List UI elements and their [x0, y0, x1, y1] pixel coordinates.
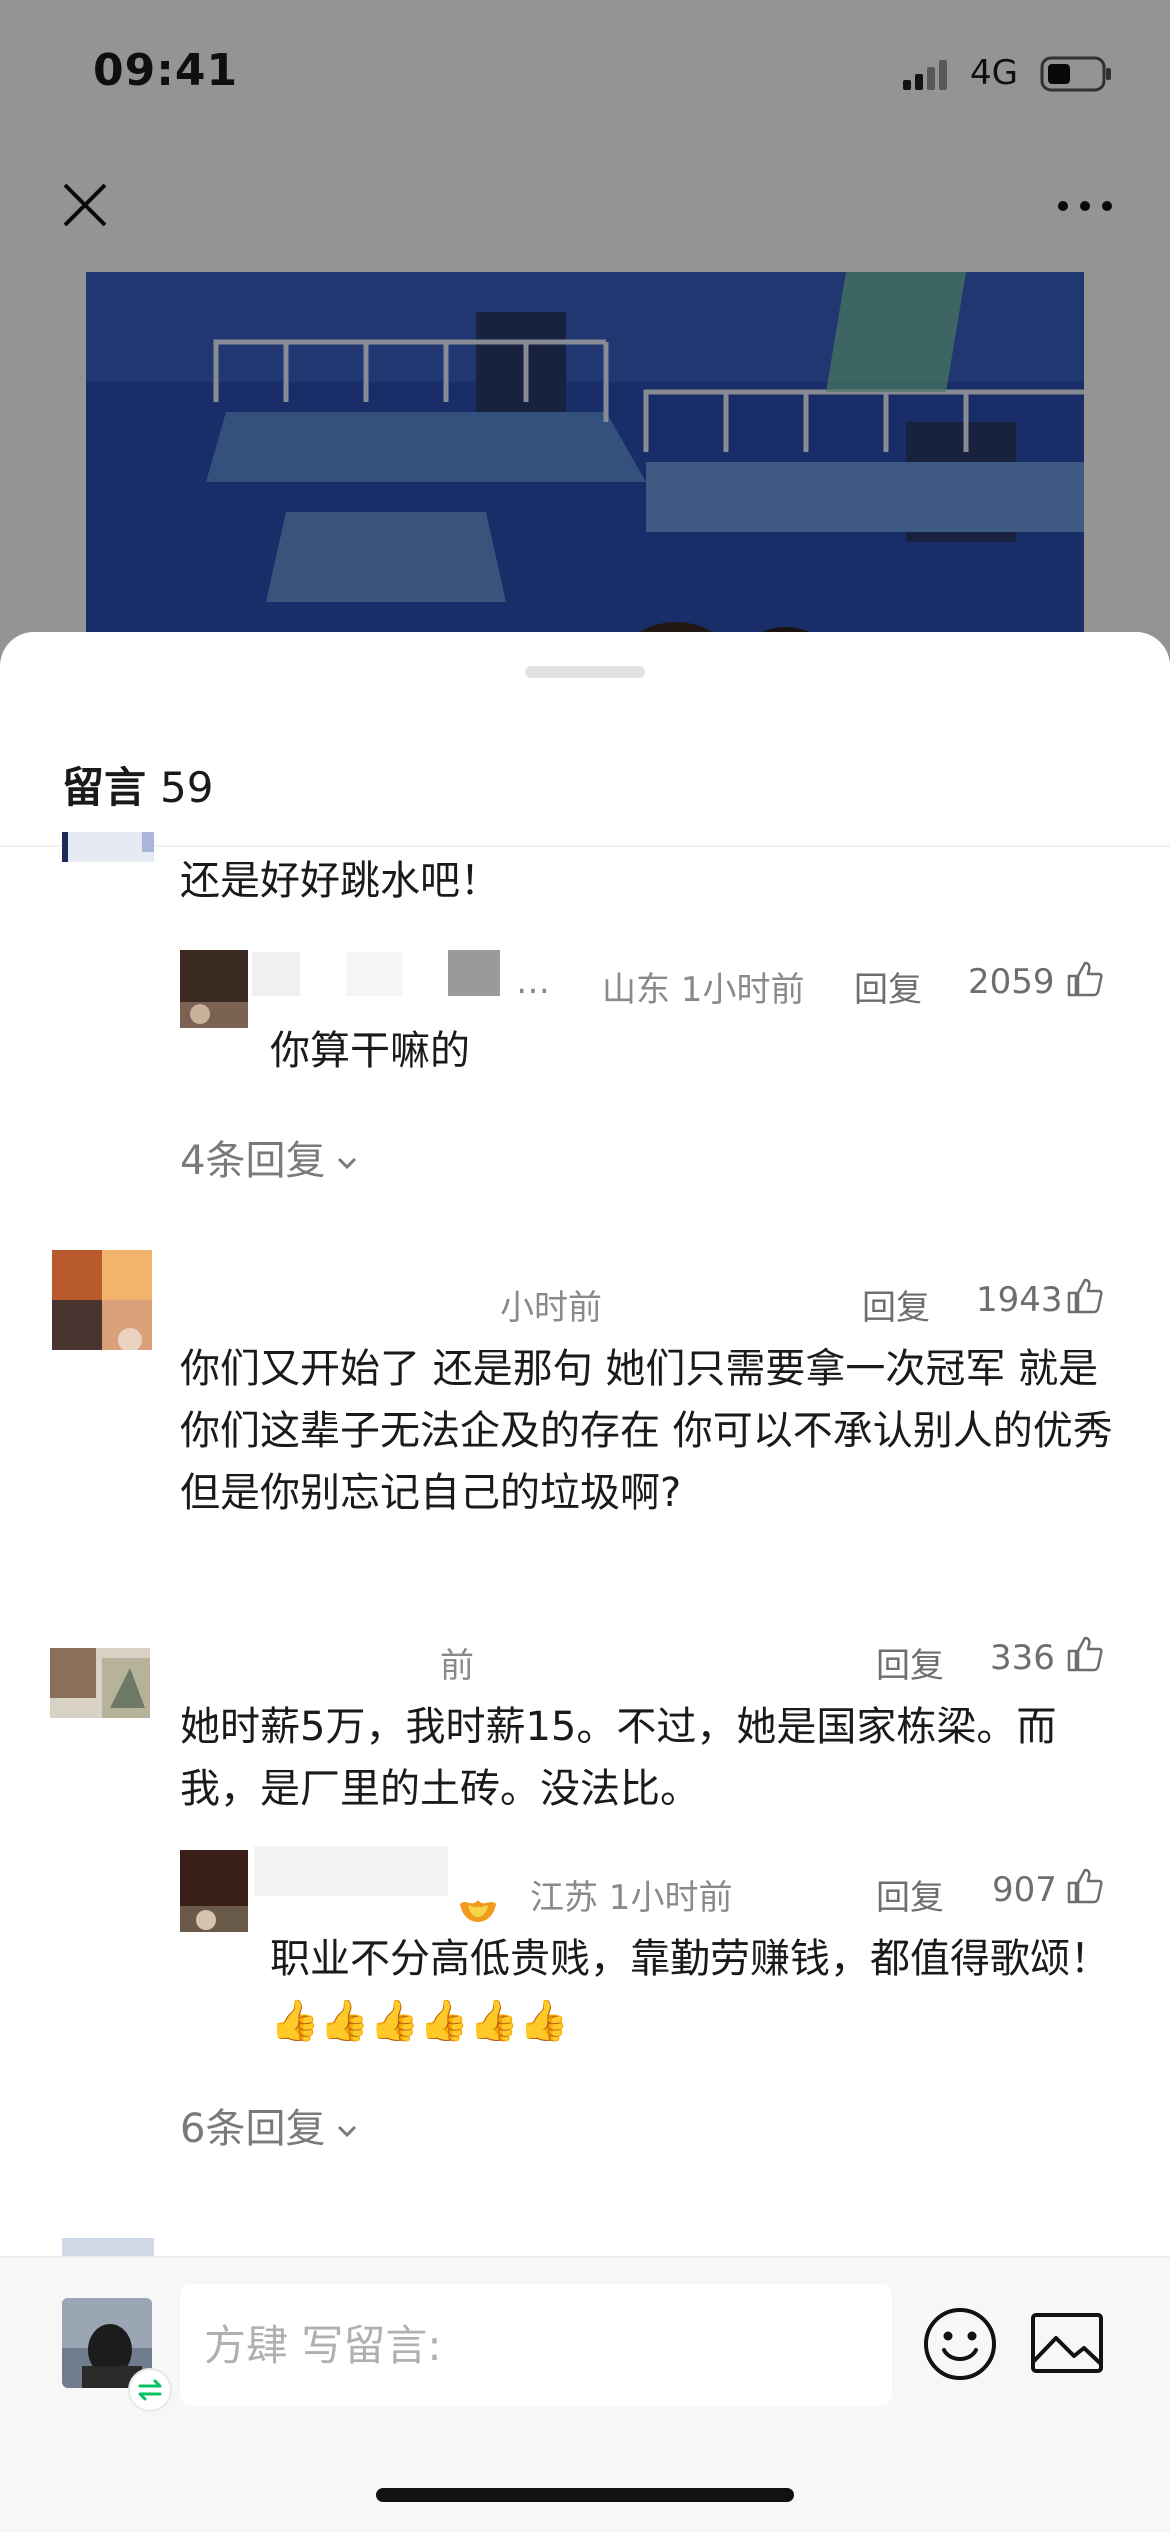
- thumbs-up-icon[interactable]: [1066, 1867, 1104, 1905]
- avatar[interactable]: [50, 1648, 150, 1718]
- comment-text: 她时薪5万，我时薪15。不过，她是国家栋梁。而我，是厂里的土砖。没法比。: [180, 1704, 1057, 1812]
- redacted-name: [180, 1272, 496, 1316]
- thumbs-up-icon[interactable]: [1066, 960, 1104, 998]
- reply-text: 你算干嘛的: [270, 1028, 470, 1074]
- avatar[interactable]: [62, 2238, 154, 2256]
- comment-meta: 小时前: [500, 1288, 602, 1328]
- sheet-grabber[interactable]: [525, 666, 645, 678]
- comment-sheet: 留言 59 还是好好跳水吧！ … 山东 1小时前 回复 2059 你算干嘛的 4条…: [0, 632, 1170, 2532]
- divider: [0, 845, 1170, 847]
- chevron-down-icon: [338, 2125, 357, 2138]
- redacted-name: [448, 950, 500, 996]
- switch-account-icon: [138, 2379, 162, 2401]
- more-replies-link[interactable]: 4条回复: [180, 1128, 361, 1186]
- reply-ellipsis: …: [516, 962, 550, 1002]
- sheet-header: 留言 59: [62, 754, 213, 815]
- comment-input-bar: [0, 2256, 1170, 2532]
- more-replies-link[interactable]: 6条回复: [180, 2096, 361, 2154]
- reply-text: 职业不分高低贵贱，靠勤劳赚钱，都值得歌颂！👍👍👍👍👍👍: [270, 1936, 1110, 2044]
- reply-meta: 江苏 1小时前: [530, 1878, 733, 1918]
- comment-count: 59: [160, 763, 214, 812]
- avatar[interactable]: [52, 1250, 152, 1350]
- fire-emoji-icon: [460, 1900, 496, 1922]
- redacted-name: [252, 952, 300, 996]
- chevron-down-icon: [338, 1157, 357, 1170]
- dim-overlay: [0, 0, 1170, 700]
- sheet-title: 留言: [62, 763, 147, 812]
- like-count: 336: [990, 1638, 1055, 1678]
- reply-button[interactable]: 回复: [876, 1870, 944, 1919]
- emoji-icon[interactable]: [922, 2306, 998, 2382]
- comment-meta: 前: [440, 1646, 474, 1686]
- like-count: 907: [992, 1870, 1057, 1910]
- more-replies-label: 6条回复: [180, 2106, 326, 2152]
- like-count: 2059: [968, 962, 1055, 1002]
- reply-button[interactable]: 回复: [876, 1638, 944, 1687]
- comment-text: 你们又开始了 还是那句 她们只需要拿一次冠军 就是你们这辈子无法企及的存在 你可…: [180, 1346, 1113, 1516]
- thumbs-up-icon[interactable]: [1066, 1277, 1104, 1315]
- reply-button[interactable]: 回复: [854, 962, 922, 1011]
- home-indicator: [376, 2488, 794, 2502]
- comment-input[interactable]: [180, 2284, 892, 2406]
- redacted-name: [346, 952, 402, 996]
- reply-avatar[interactable]: [180, 950, 248, 1028]
- reply-button[interactable]: 回复: [862, 1280, 930, 1329]
- like-count: 1943: [976, 1280, 1063, 1320]
- more-replies-label: 4条回复: [180, 1138, 326, 1184]
- avatar[interactable]: [62, 832, 154, 862]
- redacted-name: [180, 1632, 436, 1678]
- switch-account-button[interactable]: [128, 2368, 172, 2412]
- redacted-name: [254, 1846, 448, 1896]
- comment-text: 还是好好跳水吧！: [180, 858, 500, 904]
- background-page: 09:41 4G: [0, 0, 1170, 712]
- reply-meta: 山东 1小时前: [602, 970, 805, 1010]
- reply-avatar[interactable]: [180, 1850, 248, 1932]
- thumbs-up-icon[interactable]: [1066, 1635, 1104, 1673]
- image-icon[interactable]: [1030, 2312, 1104, 2374]
